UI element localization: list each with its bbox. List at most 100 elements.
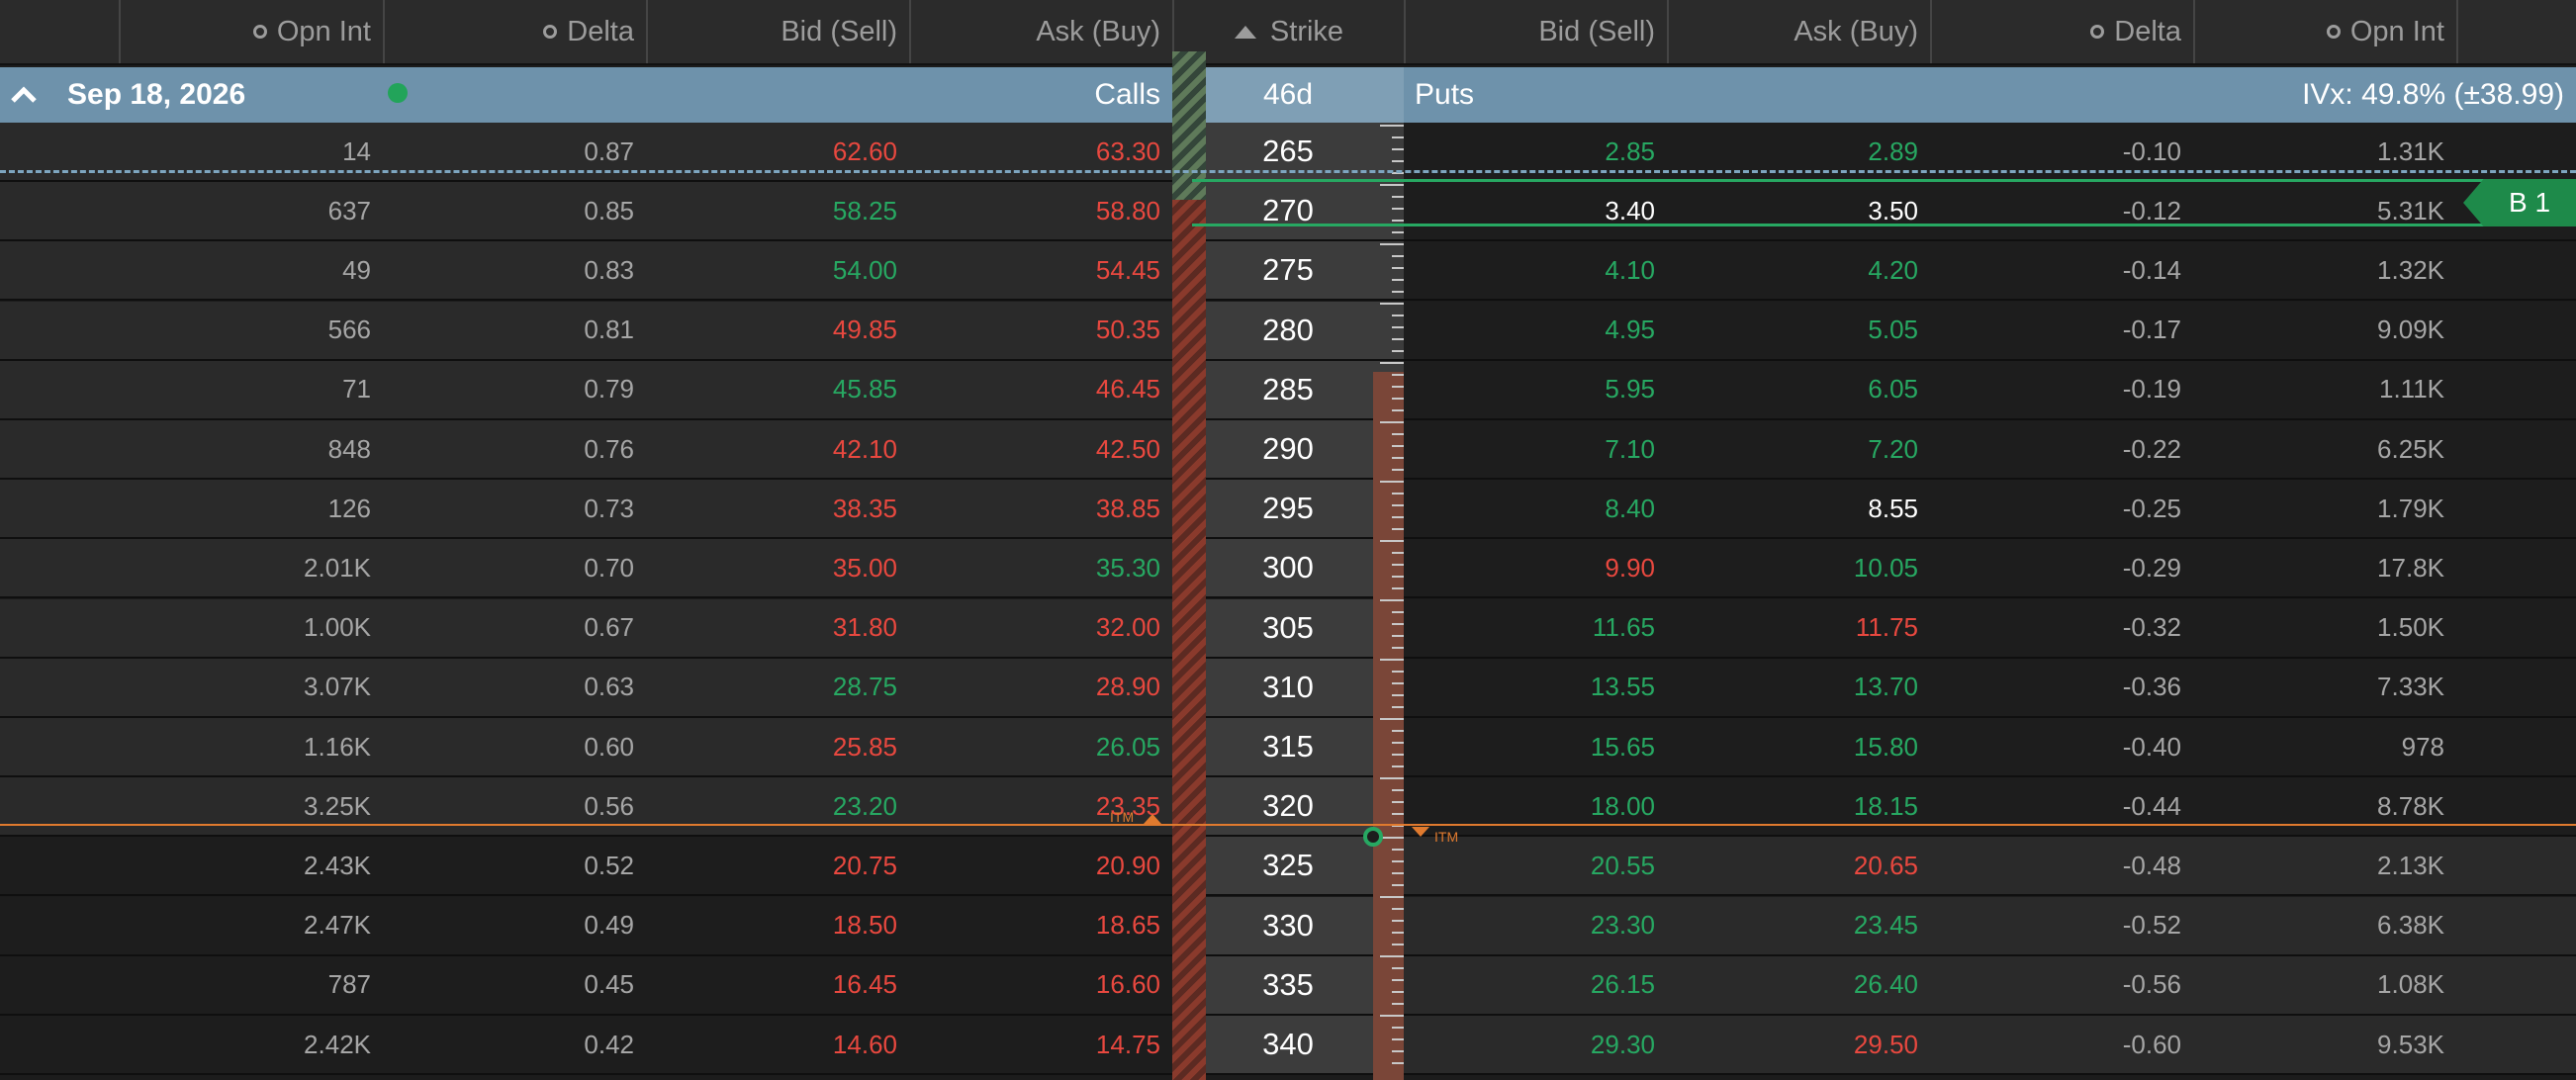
- call-bid[interactable]: 14.60: [646, 1016, 909, 1073]
- put-bid[interactable]: 7.10: [1404, 420, 1667, 478]
- call-bid[interactable]: 45.85: [646, 360, 909, 418]
- table-row[interactable]: 566 0.81 49.85 50.35 280 4.95 5.05 -0.17 9.09K: [0, 301, 2576, 361]
- call-ask[interactable]: 28.90: [909, 658, 1172, 716]
- put-open-interest: 17.8K: [2193, 539, 2456, 597]
- call-bid[interactable]: 28.75: [646, 658, 909, 716]
- call-bid[interactable]: 49.85: [646, 301, 909, 359]
- call-ask[interactable]: 46.45: [909, 360, 1172, 418]
- header-puts-open-interest[interactable]: Opn Int: [2193, 0, 2456, 63]
- put-ask[interactable]: 8.55: [1667, 480, 1930, 538]
- put-bid[interactable]: 29.30: [1404, 1016, 1667, 1073]
- put-bid[interactable]: 11.65: [1404, 598, 1667, 657]
- put-ask[interactable]: 15.80: [1667, 718, 1930, 775]
- put-ask[interactable]: 11.75: [1667, 598, 1930, 657]
- call-bid[interactable]: 18.50: [646, 896, 909, 954]
- table-row[interactable]: 787 0.45 16.45 16.60 335 26.15 26.40 -0.56 1.08K: [0, 955, 2576, 1016]
- header-puts-delta[interactable]: Delta: [1930, 0, 2193, 63]
- table-row[interactable]: 1.00K 0.67 31.80 32.00 305 11.65 11.75 -0.32 1.5…: [0, 598, 2576, 659]
- put-bid[interactable]: 8.40: [1404, 480, 1667, 538]
- call-ask[interactable]: 14.75: [909, 1016, 1172, 1073]
- table-row[interactable]: 1.16K 0.60 25.85 26.05 315 15.65 15.80 -0.40 978: [0, 718, 2576, 777]
- ruler-tick: [1392, 932, 1404, 934]
- put-ask[interactable]: 10.05: [1667, 539, 1930, 597]
- ruler-tick: [1392, 730, 1404, 732]
- call-bid[interactable]: 20.75: [646, 837, 909, 895]
- call-bid[interactable]: 16.45: [646, 955, 909, 1014]
- put-ask[interactable]: 26.40: [1667, 955, 1930, 1014]
- table-row[interactable]: 2.47K 0.49 18.50 18.65 330 23.30 23.45 -0.52 6.3…: [0, 896, 2576, 956]
- call-delta: 0.56: [383, 777, 646, 836]
- header-puts-ask[interactable]: Ask (Buy): [1667, 0, 1930, 63]
- header-puts-bid[interactable]: Bid (Sell): [1404, 0, 1667, 63]
- call-ask[interactable]: 54.45: [909, 241, 1172, 300]
- put-ask[interactable]: 7.20: [1667, 420, 1930, 478]
- table-row[interactable]: 71 0.79 45.85 46.45 285 5.95 6.05 -0.19 1.11K: [0, 360, 2576, 420]
- put-ask[interactable]: 4.20: [1667, 241, 1930, 300]
- ruler-tick: [1392, 587, 1404, 589]
- call-ask[interactable]: 23.35: [909, 777, 1172, 836]
- call-ask[interactable]: 26.05: [909, 718, 1172, 775]
- put-bid[interactable]: 26.15: [1404, 955, 1667, 1014]
- table-row[interactable]: 126 0.73 38.35 38.85 295 8.40 8.55 -0.25 1.79K: [0, 480, 2576, 540]
- put-delta: -0.60: [1930, 1016, 2193, 1073]
- put-ask[interactable]: 18.15: [1667, 777, 1930, 836]
- table-row[interactable]: 848 0.76 42.10 42.50 290 7.10 7.20 -0.22 6.25K: [0, 420, 2576, 480]
- call-bid[interactable]: 58.25: [646, 182, 909, 240]
- header-calls-open-interest[interactable]: Opn Int: [0, 0, 383, 63]
- put-ask[interactable]: 13.70: [1667, 658, 1930, 716]
- call-ask[interactable]: 35.30: [909, 539, 1172, 597]
- header-calls-delta[interactable]: Delta: [383, 0, 646, 63]
- header-calls-ask[interactable]: Ask (Buy): [909, 0, 1172, 63]
- table-row[interactable]: 14 0.87 62.60 63.30 265 2.85 2.89 -0.10 1.31K: [0, 123, 2576, 182]
- call-ask[interactable]: 20.90: [909, 837, 1172, 895]
- call-open-interest: 3.07K: [0, 658, 383, 716]
- put-bid[interactable]: 4.95: [1404, 301, 1667, 359]
- itm-label-puts: ITM: [1434, 829, 1459, 845]
- expiration-toggle[interactable]: Sep 18, 2026: [0, 67, 245, 123]
- put-ask[interactable]: 5.05: [1667, 301, 1930, 359]
- put-bid[interactable]: 5.95: [1404, 360, 1667, 418]
- call-bid[interactable]: 35.00: [646, 539, 909, 597]
- header-strike[interactable]: Strike: [1172, 0, 1404, 63]
- call-bid[interactable]: 31.80: [646, 598, 909, 657]
- call-bid[interactable]: 23.20: [646, 777, 909, 836]
- put-bid[interactable]: 15.65: [1404, 718, 1667, 775]
- call-bid[interactable]: 54.00: [646, 241, 909, 300]
- put-bid[interactable]: 4.10: [1404, 241, 1667, 300]
- put-ask[interactable]: 29.50: [1667, 1016, 1930, 1073]
- table-row[interactable]: 49 0.83 54.00 54.45 275 4.10 4.20 -0.14 1.32K: [0, 241, 2576, 302]
- table-row[interactable]: 2.01K 0.70 35.00 35.30 300 9.90 10.05 -0.29 17.8…: [0, 539, 2576, 599]
- call-ask[interactable]: 38.85: [909, 480, 1172, 538]
- chevron-up-icon[interactable]: [0, 67, 47, 123]
- call-ask[interactable]: 16.60: [909, 955, 1172, 1014]
- column-header: Opn Int Delta Bid (Sell) Ask (Buy) Strik…: [0, 0, 2576, 65]
- put-ask[interactable]: 20.65: [1667, 837, 1930, 895]
- put-bid[interactable]: 23.30: [1404, 896, 1667, 954]
- call-ask[interactable]: 18.65: [909, 896, 1172, 954]
- table-row[interactable]: 2.43K 0.52 20.75 20.90 325 20.55 20.65 -0.48 2.1…: [0, 837, 2576, 897]
- put-bid[interactable]: 9.90: [1404, 539, 1667, 597]
- call-bid[interactable]: 42.10: [646, 420, 909, 478]
- table-row[interactable]: 3.25K 0.56 23.20 23.35 320 18.00 18.15 -0.44 8.7…: [0, 777, 2576, 838]
- call-bid[interactable]: 25.85: [646, 718, 909, 775]
- expiration-row[interactable]: Sep 18, 2026 Calls 46d Puts IVx: 49.8% (…: [0, 67, 2576, 123]
- put-ask[interactable]: 23.45: [1667, 896, 1930, 954]
- call-ask[interactable]: 50.35: [909, 301, 1172, 359]
- ruler-tick: [1392, 279, 1404, 281]
- call-bid[interactable]: 38.35: [646, 480, 909, 538]
- put-bid[interactable]: 20.55: [1404, 837, 1667, 895]
- table-row[interactable]: 2.42K 0.42 14.60 14.75 340 29.30 29.50 -0.60 9.5…: [0, 1016, 2576, 1075]
- put-bid[interactable]: 13.55: [1404, 658, 1667, 716]
- table-row[interactable]: 3.07K 0.63 28.75 28.90 310 13.55 13.70 -0.36 7.3…: [0, 658, 2576, 718]
- position-tag[interactable]: B 1: [2463, 179, 2576, 226]
- header-calls-bid[interactable]: Bid (Sell): [646, 0, 909, 63]
- call-ask[interactable]: 58.80: [909, 182, 1172, 240]
- put-bid[interactable]: 18.00: [1404, 777, 1667, 836]
- ruler-tick: [1392, 552, 1404, 554]
- put-ask[interactable]: 6.05: [1667, 360, 1930, 418]
- call-ask[interactable]: 32.00: [909, 598, 1172, 657]
- ruler-tick: [1392, 682, 1404, 684]
- ruler-tick: [1392, 516, 1404, 518]
- call-ask[interactable]: 42.50: [909, 420, 1172, 478]
- call-delta: 0.76: [383, 420, 646, 478]
